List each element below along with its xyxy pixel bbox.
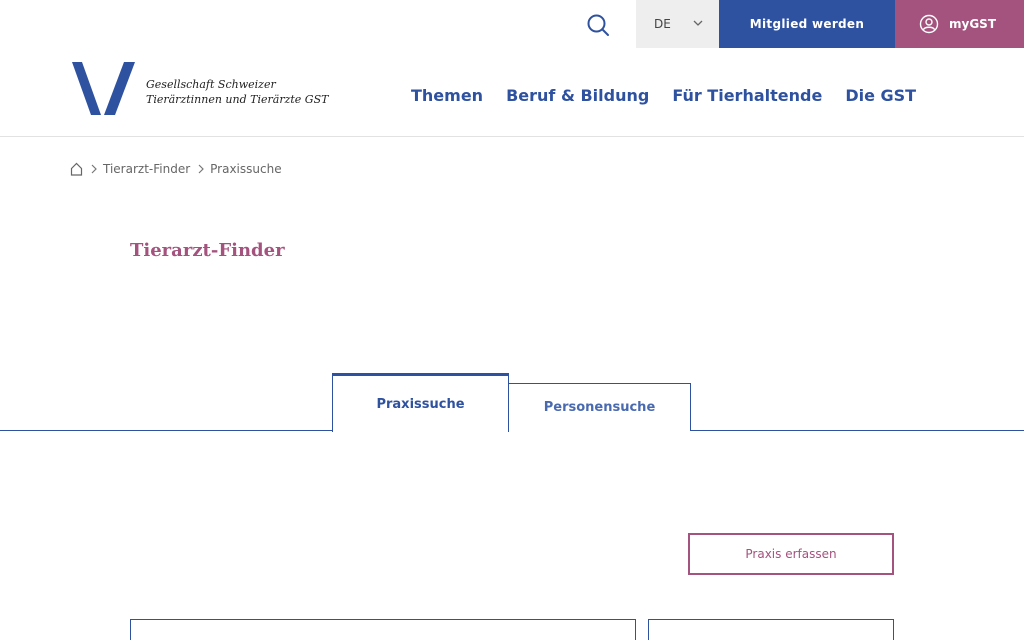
gst-logo[interactable]: Gesellschaft Schweizer Tierärztinnen und… (70, 60, 360, 118)
praxis-erfassen-button[interactable]: Praxis erfassen (688, 533, 894, 575)
logo-text-line2: Tierärztinnen und Tierärzte GST (146, 93, 329, 106)
user-icon (919, 14, 939, 34)
logo-text: Gesellschaft Schweizer Tierärztinnen und… (146, 77, 328, 107)
breadcrumb-separator-icon (91, 164, 97, 174)
nav-item-themen[interactable]: Themen (411, 86, 483, 105)
search-input[interactable] (130, 619, 636, 640)
become-member-button[interactable]: Mitglied werden (719, 0, 895, 48)
page-title: Tierarzt-Finder (130, 240, 285, 261)
search-icon (587, 14, 609, 36)
search-button[interactable] (580, 8, 616, 42)
tab-personensuche[interactable]: Personensuche (508, 383, 691, 431)
header-divider (0, 136, 1024, 137)
breadcrumb-item-tierarzt-finder[interactable]: Tierarzt-Finder (103, 162, 190, 176)
breadcrumb-item-praxissuche: Praxissuche (210, 162, 282, 176)
nav-item-beruf-bildung[interactable]: Beruf & Bildung (506, 86, 649, 105)
mygst-label: myGST (949, 17, 997, 31)
main-navigation: Themen Beruf & Bildung Für Tierhaltende … (411, 86, 939, 105)
nav-item-die-gst[interactable]: Die GST (845, 86, 916, 105)
home-icon[interactable] (70, 162, 83, 176)
breadcrumb: Tierarzt-Finder Praxissuche (70, 162, 282, 176)
breadcrumb-separator-icon (198, 164, 204, 174)
gst-logo-mark-icon (72, 62, 135, 115)
tab-praxissuche[interactable]: Praxissuche (332, 373, 509, 432)
chevron-down-icon (693, 20, 703, 26)
nav-item-fuer-tierhaltende[interactable]: Für Tierhaltende (672, 86, 822, 105)
mygst-button[interactable]: myGST (895, 0, 1024, 48)
logo-text-line1: Gesellschaft Schweizer (146, 78, 276, 91)
language-selector[interactable]: DE (636, 0, 719, 48)
top-utility-bar: DE Mitglied werden myGST (0, 0, 1024, 48)
location-input[interactable] (648, 619, 894, 640)
language-label: DE (654, 17, 671, 31)
